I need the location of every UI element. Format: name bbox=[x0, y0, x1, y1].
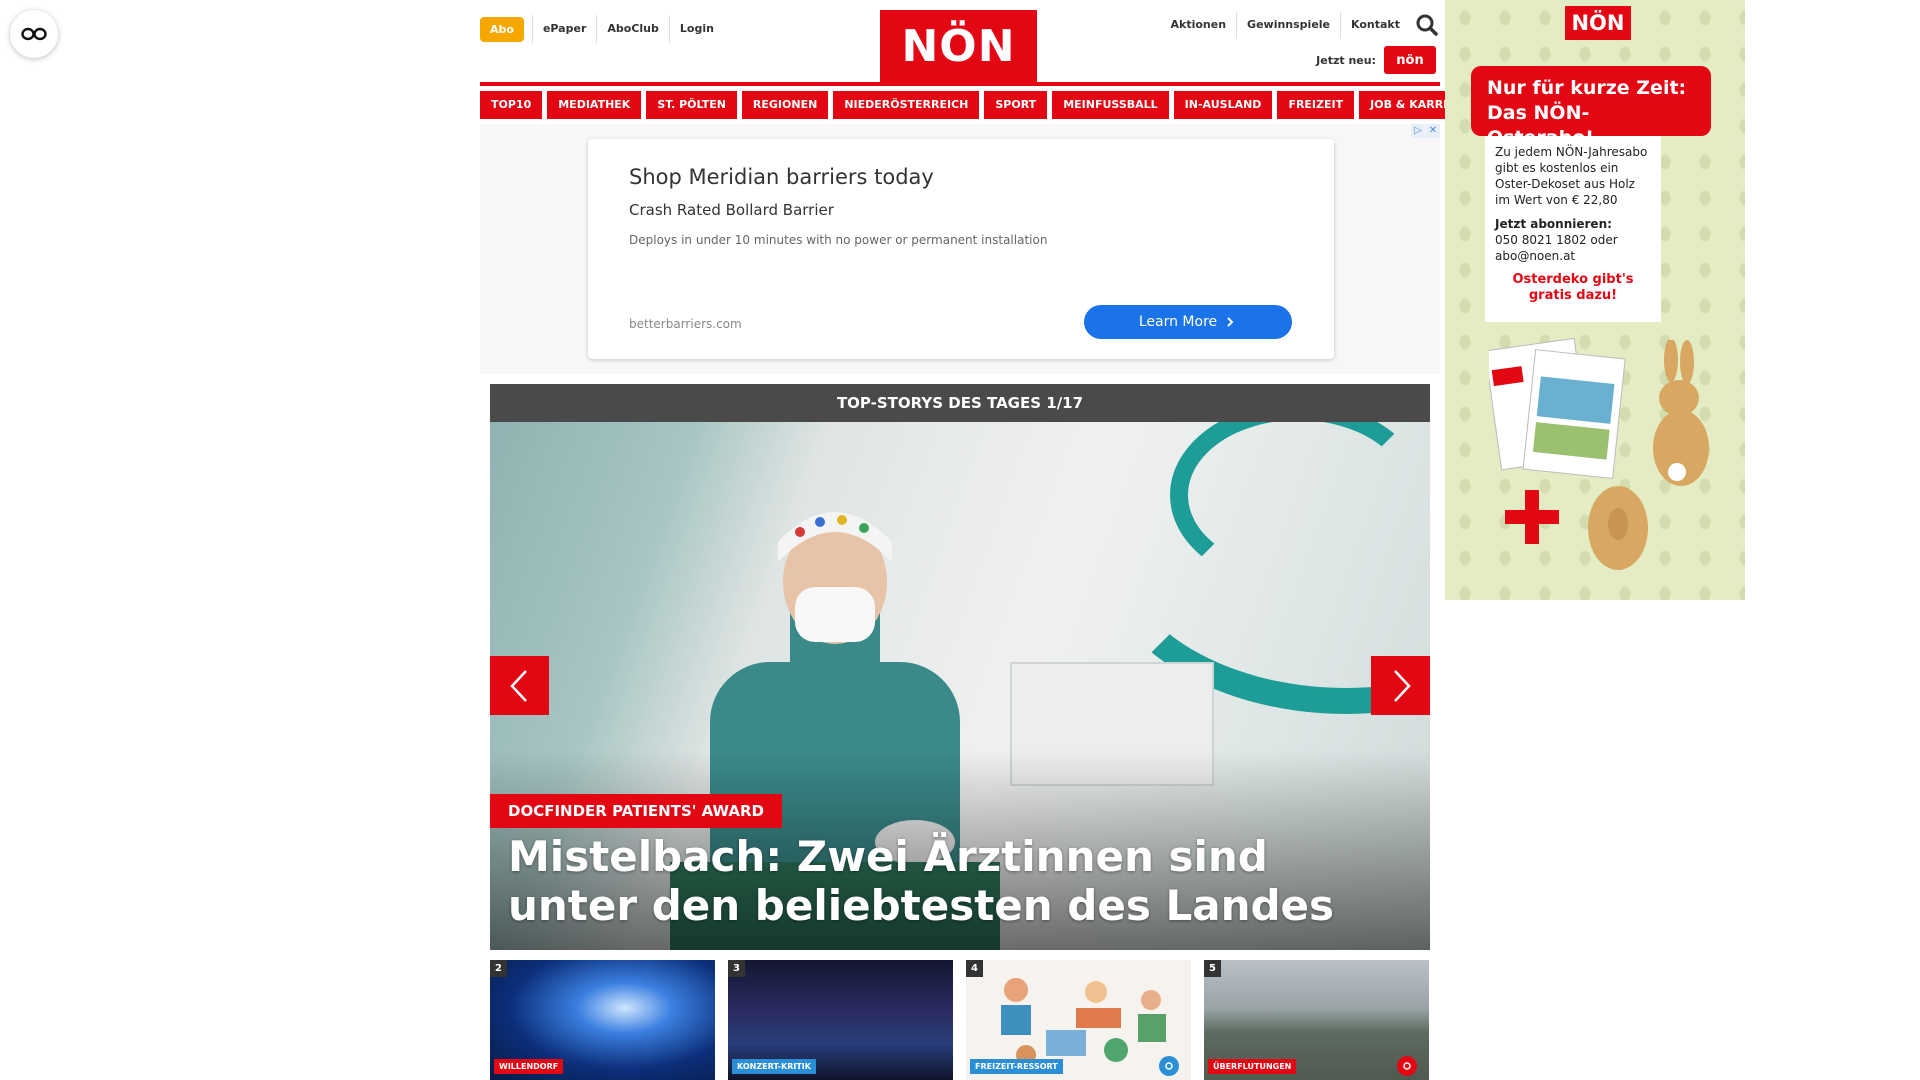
main-column: Abo ePaper AboClub Login NÖN Aktionen Ge… bbox=[480, 0, 1482, 1080]
main-nav: TOP10 MEDIATHEK ST. PÖLTEN REGIONEN NIED… bbox=[480, 91, 1482, 119]
wooden-egg-image bbox=[1588, 486, 1648, 570]
story-thumb-4[interactable]: 4 FREIZEIT-RESSORT bbox=[966, 960, 1191, 1080]
hero-headline[interactable]: Mistelbach: Zwei Ärztinnen sind unter de… bbox=[508, 832, 1408, 930]
carousel-next-button[interactable] bbox=[1371, 656, 1430, 715]
carousel-prev-button[interactable] bbox=[490, 656, 549, 715]
site-header: Abo ePaper AboClub Login NÖN Aktionen Ge… bbox=[480, 0, 1440, 86]
sidebar-ad-cta-body: 050 8021 1802 oder abo@noen.at bbox=[1495, 233, 1618, 263]
ad-domain[interactable]: betterbarriers.com bbox=[629, 317, 742, 331]
gewinnspiele-link[interactable]: Gewinnspiele bbox=[1236, 12, 1340, 38]
top-stories-header: TOP-STORYS DES TAGES 1/17 bbox=[490, 384, 1430, 422]
reader-mode-button[interactable] bbox=[10, 10, 58, 58]
ad-description: Deploys in under 10 minutes with no powe… bbox=[629, 233, 1048, 247]
camera-icon bbox=[1397, 1056, 1417, 1076]
aktionen-link[interactable]: Aktionen bbox=[1161, 12, 1237, 38]
learn-more-label: Learn More bbox=[1138, 314, 1218, 330]
nav-item-st-poelten[interactable]: ST. PÖLTEN bbox=[646, 91, 737, 119]
story-tag[interactable]: FREIZEIT-RESSORT bbox=[970, 1059, 1063, 1074]
sidebar-ad[interactable]: NÖN Nur für kurze Zeit: Das NÖN-Osterabo… bbox=[1445, 0, 1745, 600]
story-tag[interactable]: KONZERT-KRITIK bbox=[732, 1059, 816, 1074]
adchoices[interactable]: ▷ ✕ bbox=[1410, 124, 1440, 138]
top-nav-left: Abo ePaper AboClub Login bbox=[480, 15, 724, 43]
kleine-noen-logo[interactable]: nön bbox=[1384, 46, 1436, 74]
story-tag[interactable]: WILLENDORF bbox=[494, 1059, 564, 1074]
story-thumbnails: 2 WILLENDORF 3 KONZERT-KRITIK 4 FREIZEIT… bbox=[490, 960, 1430, 1080]
hero-category-tag[interactable]: DOCFINDER PATIENTS' AWARD bbox=[490, 794, 783, 828]
sidebar-ad-red-note: Osterdeko gibt's gratis dazu! bbox=[1512, 272, 1634, 303]
ad-subtitle: Crash Rated Bollard Barrier bbox=[629, 201, 834, 219]
search-icon[interactable] bbox=[1414, 12, 1440, 38]
site-logo[interactable]: NÖN bbox=[880, 10, 1037, 82]
nav-item-regionen[interactable]: REGIONEN bbox=[741, 91, 829, 119]
nav-item-meinfussball[interactable]: MEINFUSSBALL bbox=[1052, 91, 1169, 119]
story-tag[interactable]: ÜBERFLUTUNGEN bbox=[1208, 1059, 1297, 1074]
aboclub-link[interactable]: AboClub bbox=[596, 15, 669, 43]
sidebar-ad-body: Zu jedem NÖN-Jahresabo gibt es kostenlos… bbox=[1495, 145, 1648, 207]
ad-title[interactable]: Shop Meridian barriers today bbox=[629, 165, 934, 189]
epaper-link[interactable]: ePaper bbox=[531, 15, 596, 43]
learn-more-button[interactable]: Learn More bbox=[1084, 305, 1292, 339]
jetzt-neu: Jetzt neu: nön bbox=[1316, 46, 1436, 74]
nav-item-in-ausland[interactable]: IN-AUSLAND bbox=[1173, 91, 1273, 119]
chevron-right-icon bbox=[1393, 669, 1411, 702]
top-nav-right: Aktionen Gewinnspiele Kontakt bbox=[1161, 12, 1441, 38]
nav-item-niederoesterreich[interactable]: NIEDERÖSTERREICH bbox=[833, 91, 980, 119]
chevron-right-small-icon bbox=[1227, 317, 1234, 327]
chevron-left-icon bbox=[509, 669, 527, 702]
story-number: 3 bbox=[728, 960, 745, 977]
story-number: 5 bbox=[1204, 960, 1221, 977]
story-number: 4 bbox=[966, 960, 983, 977]
glasses-icon bbox=[21, 27, 47, 41]
nav-item-freizeit[interactable]: FREIZEIT bbox=[1277, 91, 1355, 119]
ad-card[interactable]: Shop Meridian barriers today Crash Rated… bbox=[588, 139, 1334, 359]
story-thumb-5[interactable]: 5 ÜBERFLUTUNGEN bbox=[1204, 960, 1429, 1080]
story-thumb-2[interactable]: 2 WILLENDORF bbox=[490, 960, 715, 1080]
ad-banner: ▷ ✕ Shop Meridian barriers today Crash R… bbox=[480, 124, 1440, 374]
jetzt-neu-label: Jetzt neu: bbox=[1316, 53, 1376, 67]
sidebar-ad-textbox: Zu jedem NÖN-Jahresabo gibt es kostenlos… bbox=[1485, 136, 1661, 322]
newspaper-stack-image bbox=[1489, 337, 1626, 479]
hero-story[interactable]: DOCFINDER PATIENTS' AWARD Mistelbach: Zw… bbox=[490, 422, 1430, 950]
story-number: 2 bbox=[490, 960, 507, 977]
camera-icon bbox=[1159, 1056, 1179, 1076]
nav-item-top10[interactable]: TOP10 bbox=[480, 91, 543, 119]
nav-item-mediathek[interactable]: MEDIATHEK bbox=[547, 91, 642, 119]
abo-button[interactable]: Abo bbox=[480, 16, 524, 42]
sidebar-ad-banner: Nur für kurze Zeit: Das NÖN-Osterabo! bbox=[1471, 66, 1711, 149]
nav-item-sport[interactable]: SPORT bbox=[984, 91, 1048, 119]
story-thumb-3[interactable]: 3 KONZERT-KRITIK bbox=[728, 960, 953, 1080]
sidebar-ad-cta-title: Jetzt abonnieren: bbox=[1495, 217, 1612, 231]
wooden-bunny-image bbox=[1653, 340, 1709, 486]
sidebar-ad-logo: NÖN bbox=[1565, 6, 1631, 40]
top-stories: TOP-STORYS DES TAGES 1/17 DOCFINDER PATI… bbox=[490, 384, 1430, 1080]
close-icon[interactable]: ✕ bbox=[1426, 124, 1440, 138]
adchoices-icon[interactable]: ▷ bbox=[1411, 124, 1425, 138]
kontakt-link[interactable]: Kontakt bbox=[1340, 12, 1410, 38]
plus-sign-image bbox=[1505, 490, 1559, 544]
login-link[interactable]: Login bbox=[668, 15, 724, 43]
